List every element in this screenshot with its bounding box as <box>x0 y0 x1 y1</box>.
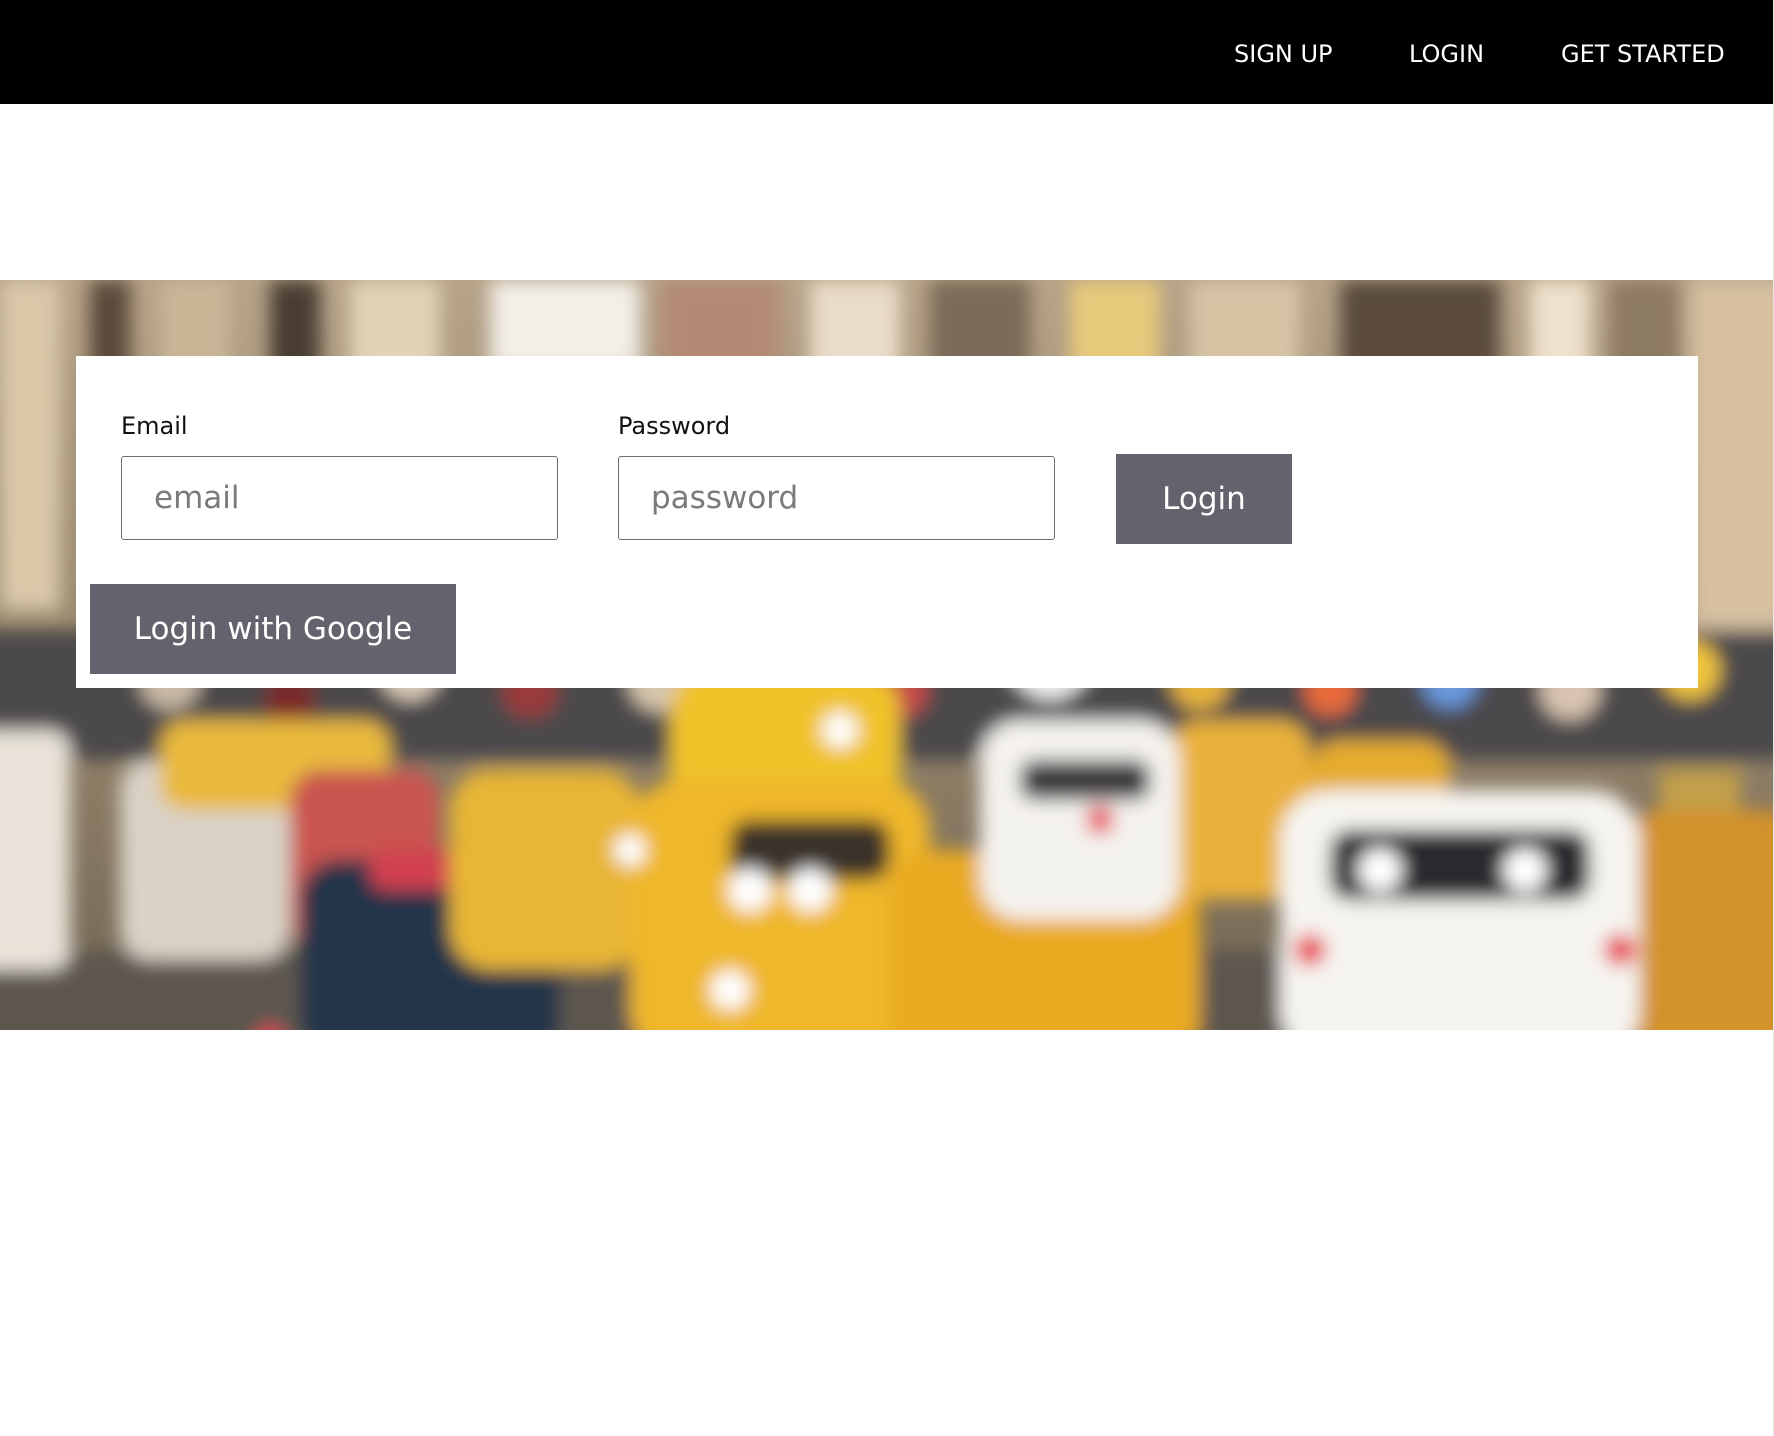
top-navbar: SIGN UP LOGIN GET STARTED <box>0 0 1774 104</box>
nav-login-link[interactable]: LOGIN <box>1409 38 1484 70</box>
nav-get-started-link[interactable]: GET STARTED <box>1561 38 1725 70</box>
login-button[interactable]: Login <box>1116 454 1292 544</box>
email-input[interactable] <box>121 456 558 540</box>
page: SIGN UP LOGIN GET STARTED Email email Pa… <box>0 0 1774 1436</box>
nav-sign-up-link[interactable]: SIGN UP <box>1234 38 1333 70</box>
email-label: Email <box>121 412 188 440</box>
login-with-google-button[interactable]: Login with Google <box>90 584 456 674</box>
password-input[interactable] <box>618 456 1055 540</box>
password-label: Password <box>618 412 731 440</box>
login-form-card: Email Password Login Login with Google <box>76 356 1698 688</box>
